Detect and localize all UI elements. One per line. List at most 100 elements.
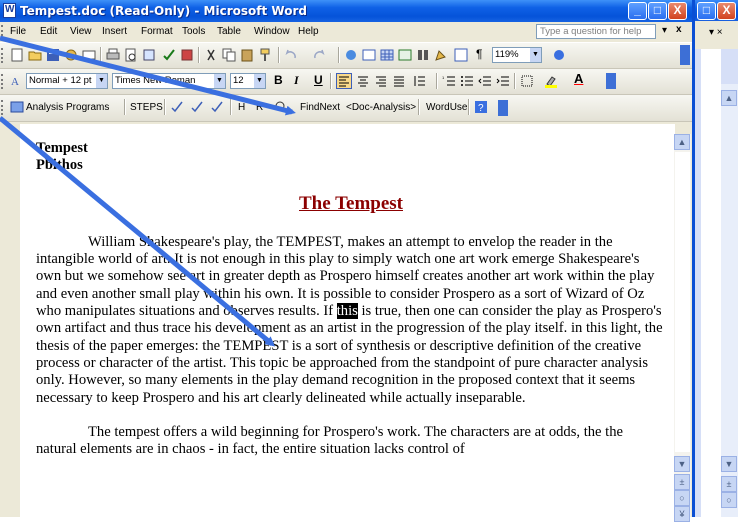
insert-table-icon[interactable] bbox=[380, 48, 394, 62]
save-icon[interactable] bbox=[46, 48, 60, 62]
close-button[interactable]: X bbox=[668, 2, 687, 20]
scroll-thumb[interactable] bbox=[675, 152, 690, 452]
numbering-icon[interactable]: 1 bbox=[442, 74, 456, 88]
format-painter-icon[interactable] bbox=[258, 48, 272, 62]
bg-scroll-up-icon[interactable]: ▲ bbox=[721, 90, 737, 106]
scroll-down-icon[interactable]: ▼ bbox=[674, 456, 690, 472]
font-dropdown-icon[interactable]: ▼ bbox=[214, 74, 225, 88]
select-browse-object-icon[interactable]: ○ bbox=[674, 490, 690, 506]
previous-page-icon[interactable]: ± bbox=[674, 474, 690, 490]
background-scrollbar[interactable]: ▲ ▼ ± ○ bbox=[721, 84, 738, 517]
analysis-programs-button[interactable]: Analysis Programs bbox=[26, 102, 109, 118]
worduse-button[interactable]: WordUse bbox=[426, 102, 468, 118]
menu-window[interactable]: Window bbox=[254, 26, 290, 37]
formatting-toolbar-grip[interactable] bbox=[1, 74, 6, 89]
spell-check-2-icon[interactable] bbox=[190, 100, 204, 114]
findnext-button[interactable]: FindNext bbox=[300, 102, 340, 118]
r-button[interactable]: R bbox=[256, 102, 263, 118]
analysis-options-chevron-icon[interactable] bbox=[498, 100, 508, 116]
help-icon[interactable] bbox=[552, 48, 566, 62]
font-size-combo[interactable]: 12 ▼ bbox=[230, 73, 266, 89]
bold-button[interactable]: B bbox=[274, 73, 283, 89]
find-icon[interactable] bbox=[274, 100, 288, 114]
justify-icon[interactable] bbox=[392, 74, 406, 88]
insert-excel-icon[interactable] bbox=[398, 48, 412, 62]
bg-browse-object-icon[interactable]: ○ bbox=[721, 492, 737, 508]
doc-analysis-button[interactable]: <Doc-Analysis> bbox=[346, 102, 416, 118]
copy-icon[interactable] bbox=[222, 48, 236, 62]
selected-word[interactable]: this bbox=[336, 303, 358, 320]
menu-table[interactable]: Table bbox=[217, 26, 241, 37]
new-document-icon[interactable] bbox=[10, 48, 24, 62]
hyperlink-icon[interactable] bbox=[344, 48, 358, 62]
tables-borders-icon[interactable] bbox=[362, 48, 376, 62]
print-icon[interactable] bbox=[106, 48, 120, 62]
styles-formatting-icon[interactable]: A bbox=[10, 74, 24, 88]
email-icon[interactable] bbox=[82, 48, 96, 62]
italic-button[interactable]: I bbox=[294, 73, 299, 89]
show-hide-marks-icon[interactable]: ¶ bbox=[476, 47, 482, 63]
help-book-icon[interactable]: ? bbox=[474, 100, 488, 114]
style-combo[interactable]: Normal + 12 pt ▼ bbox=[26, 73, 108, 89]
font-size-dropdown-icon[interactable]: ▼ bbox=[254, 74, 265, 88]
borders-icon[interactable] bbox=[520, 74, 534, 88]
menubar-grip[interactable] bbox=[1, 25, 6, 40]
font-color-button[interactable]: A bbox=[574, 71, 583, 87]
steps-button[interactable]: STEPS bbox=[130, 102, 163, 118]
spell-check-3-icon[interactable] bbox=[210, 100, 224, 114]
menu-view[interactable]: View bbox=[70, 26, 92, 37]
align-right-icon[interactable] bbox=[374, 74, 388, 88]
vertical-scrollbar[interactable]: ▲ ▼ ± ○ ¥ bbox=[674, 134, 691, 522]
zoom-combo[interactable]: 119% ▼ bbox=[492, 47, 542, 63]
bg-restore-button[interactable]: □ bbox=[697, 2, 716, 20]
style-dropdown-icon[interactable]: ▼ bbox=[96, 74, 107, 88]
ask-dropdown-icon[interactable]: ▾ bbox=[662, 25, 667, 36]
columns-icon[interactable] bbox=[416, 48, 430, 62]
document-map-icon[interactable] bbox=[454, 48, 468, 62]
bg-scroll-down-icon[interactable]: ▼ bbox=[721, 456, 737, 472]
spell-check-1-icon[interactable] bbox=[170, 100, 184, 114]
print-preview-icon[interactable] bbox=[124, 48, 138, 62]
increase-indent-icon[interactable] bbox=[496, 74, 510, 88]
line-spacing-icon[interactable] bbox=[412, 74, 426, 88]
research-icon[interactable] bbox=[142, 48, 156, 62]
undo-icon[interactable] bbox=[284, 48, 298, 62]
bg-close-doc-x[interactable]: ▾ × bbox=[709, 27, 723, 38]
cut-icon[interactable] bbox=[204, 48, 218, 62]
decrease-indent-icon[interactable] bbox=[478, 74, 492, 88]
menu-format[interactable]: Format bbox=[141, 26, 173, 37]
standard-toolbar-grip[interactable] bbox=[1, 48, 6, 63]
scroll-up-icon[interactable]: ▲ bbox=[674, 134, 690, 150]
underline-button[interactable]: U bbox=[314, 73, 323, 89]
drawing-icon[interactable] bbox=[434, 48, 448, 62]
toolbar-options-chevron-icon[interactable] bbox=[680, 45, 690, 65]
restore-button[interactable]: □ bbox=[648, 2, 667, 20]
bg-prev-page-icon[interactable]: ± bbox=[721, 476, 737, 492]
document-page[interactable]: Tempest Pbithos The Tempest William Shak… bbox=[36, 140, 666, 458]
menu-edit[interactable]: Edit bbox=[40, 26, 57, 37]
ask-question-input[interactable]: Type a question for help bbox=[536, 24, 656, 39]
next-page-icon[interactable]: ¥ bbox=[674, 506, 690, 522]
bullets-icon[interactable] bbox=[460, 74, 474, 88]
spelling-icon[interactable] bbox=[162, 48, 176, 62]
menu-tools[interactable]: Tools bbox=[182, 26, 205, 37]
paste-icon[interactable] bbox=[240, 48, 254, 62]
analysis-programs-icon[interactable] bbox=[10, 100, 24, 114]
menu-file[interactable]: File bbox=[10, 26, 26, 37]
permission-icon[interactable] bbox=[64, 48, 78, 62]
bg-close-button[interactable]: X bbox=[717, 2, 736, 20]
zoom-dropdown-icon[interactable]: ▼ bbox=[530, 48, 541, 62]
minimize-button[interactable]: _ bbox=[628, 2, 647, 20]
font-combo[interactable]: Times New Roman ▼ bbox=[112, 73, 226, 89]
research-book-icon[interactable] bbox=[180, 48, 194, 62]
open-folder-icon[interactable] bbox=[28, 48, 42, 62]
analysis-toolbar-grip[interactable] bbox=[1, 100, 6, 115]
h-button[interactable]: H bbox=[238, 102, 245, 118]
formatting-options-chevron-icon[interactable] bbox=[606, 73, 616, 89]
close-document-button[interactable]: x bbox=[676, 24, 682, 35]
align-center-icon[interactable] bbox=[356, 74, 370, 88]
menu-insert[interactable]: Insert bbox=[102, 26, 127, 37]
menu-help[interactable]: Help bbox=[298, 26, 319, 37]
redo-icon[interactable] bbox=[312, 48, 326, 62]
highlight-icon[interactable] bbox=[544, 74, 558, 88]
